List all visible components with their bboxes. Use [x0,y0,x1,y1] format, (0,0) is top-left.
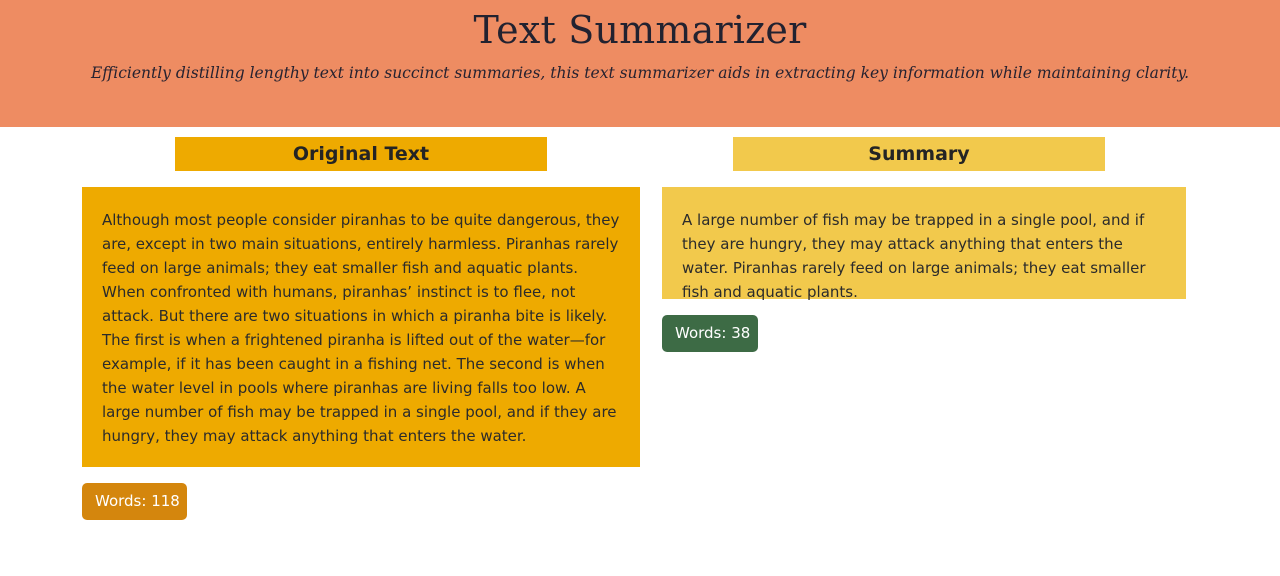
summary-heading: Summary [733,137,1105,171]
page-title: Text Summarizer [473,8,807,52]
page-subtitle: Efficiently distilling lengthy text into… [90,64,1190,82]
original-word-count-badge: Words: 118 [82,483,187,520]
original-text-box: Although most people consider piranhas t… [82,187,640,467]
page-header: Text Summarizer Efficiently distilling l… [0,0,1280,127]
original-text-heading: Original Text [175,137,547,171]
summary-text-content: A large number of fish may be trapped in… [682,211,1146,301]
summary-text-box: A large number of fish may be trapped in… [662,187,1186,301]
summary-word-count-badge: Words: 38 [662,315,758,352]
original-text-content: Although most people consider piranhas t… [102,211,620,445]
